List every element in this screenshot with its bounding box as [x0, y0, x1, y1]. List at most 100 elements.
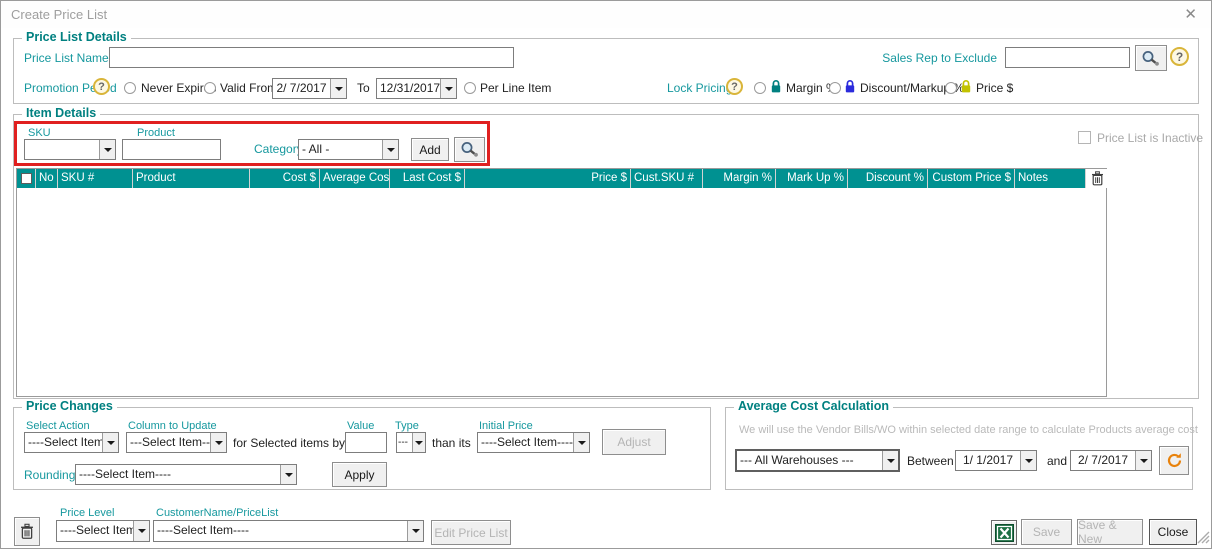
items-table-body: [17, 188, 1106, 396]
delete-column-header[interactable]: [1086, 169, 1108, 188]
rounding-value: ----Select Item----: [76, 465, 280, 484]
chevron-down-icon[interactable]: [573, 433, 589, 452]
recalculate-button[interactable]: [1159, 446, 1189, 475]
column-to-update-value: ---Select Item----: [127, 433, 210, 452]
column-header[interactable]: Notes: [1015, 169, 1086, 188]
select-action-combo[interactable]: ----Select Item---: [24, 432, 119, 453]
per-line-item-radio[interactable]: [464, 82, 476, 94]
customer-pricelist-value: ----Select Item----: [154, 521, 407, 541]
value-label: Value: [347, 419, 374, 433]
column-header[interactable]: Mark Up %: [776, 169, 848, 188]
value-input[interactable]: [345, 432, 387, 453]
delete-price-list-button[interactable]: [14, 517, 40, 546]
sales-rep-help-icon[interactable]: ?: [1170, 47, 1189, 66]
group-title-price-changes: Price Changes: [22, 399, 117, 413]
column-header[interactable]: SKU #: [58, 169, 133, 188]
valid-to-date-value: 12/31/2017: [377, 79, 440, 98]
chevron-down-icon[interactable]: [407, 521, 423, 541]
never-expires-radio[interactable]: [124, 82, 136, 94]
chevron-down-icon[interactable]: [102, 433, 118, 452]
chevron-down-icon[interactable]: [412, 433, 425, 452]
avg-to-date-picker[interactable]: 2/ 7/2017: [1070, 450, 1152, 471]
than-its-text: than its: [432, 436, 471, 450]
save-button[interactable]: Save: [1021, 519, 1072, 545]
export-excel-button[interactable]: [991, 520, 1017, 545]
item-search-button[interactable]: [454, 137, 485, 162]
valid-to-date-picker[interactable]: 12/31/2017: [376, 78, 457, 99]
inactive-checkbox-label[interactable]: Price List is Inactive: [1097, 131, 1203, 145]
valid-from-radio[interactable]: [204, 82, 216, 94]
column-header[interactable]: Last Cost $: [390, 169, 465, 188]
chevron-down-icon[interactable]: [882, 451, 898, 470]
per-line-item-radio-label[interactable]: Per Line Item: [480, 81, 551, 95]
chevron-down-icon[interactable]: [210, 433, 226, 452]
select-all-cell[interactable]: [17, 169, 36, 188]
chevron-down-icon[interactable]: [1020, 451, 1036, 470]
price-level-value: ----Select Item----: [57, 521, 133, 541]
valid-from-radio-label[interactable]: Valid From: [220, 81, 277, 95]
chevron-down-icon[interactable]: [133, 521, 149, 541]
column-header[interactable]: Discount %: [848, 169, 928, 188]
column-header[interactable]: Cust.SKU #: [631, 169, 703, 188]
sku-combo[interactable]: [24, 139, 116, 160]
create-price-list-dialog: Create Price List ✕ Price List Details P…: [0, 0, 1212, 549]
column-header[interactable]: Average Cost..: [320, 169, 390, 188]
column-header[interactable]: Product: [133, 169, 250, 188]
chevron-down-icon[interactable]: [382, 140, 398, 159]
column-header[interactable]: Custom Price $: [928, 169, 1015, 188]
inactive-checkbox[interactable]: [1078, 131, 1091, 144]
warehouse-combo[interactable]: --- All Warehouses ---: [735, 449, 900, 472]
column-header[interactable]: Cost $: [250, 169, 320, 188]
chevron-down-icon[interactable]: [330, 79, 346, 98]
sku-combo-value: [25, 140, 99, 159]
avg-to-date-value: 2/ 7/2017: [1071, 451, 1135, 470]
avg-from-date-picker[interactable]: 1/ 1/2017: [955, 450, 1037, 471]
resize-grip[interactable]: [1197, 531, 1210, 547]
add-button[interactable]: Add: [411, 138, 449, 161]
price-list-name-input[interactable]: [109, 47, 514, 68]
lock-price-radio[interactable]: [945, 82, 957, 94]
column-to-update-combo[interactable]: ---Select Item----: [126, 432, 227, 453]
to-label: To: [357, 81, 370, 95]
select-action-value: ----Select Item---: [25, 433, 102, 452]
avg-from-date-value: 1/ 1/2017: [956, 451, 1020, 470]
initial-price-combo[interactable]: ----Select Item----: [477, 432, 590, 453]
column-header[interactable]: No: [36, 169, 58, 188]
column-header[interactable]: Price $: [465, 169, 631, 188]
lock-price-radio-label[interactable]: Price $: [976, 81, 1013, 95]
sku-label: SKU: [28, 126, 51, 140]
sales-rep-exclude-input[interactable]: [1005, 47, 1130, 68]
lock-margin-radio[interactable]: [754, 82, 766, 94]
average-cost-description: We will use the Vendor Bills/WO within s…: [739, 423, 1198, 437]
column-header[interactable]: Margin %: [703, 169, 776, 188]
initial-price-label: Initial Price: [479, 419, 533, 433]
select-all-checkbox[interactable]: [21, 173, 32, 184]
edit-price-list-button[interactable]: Edit Price List: [431, 520, 511, 545]
lock-icon-price: [960, 79, 972, 94]
sales-rep-search-button[interactable]: [1135, 45, 1167, 71]
adjust-button[interactable]: Adjust: [602, 429, 666, 455]
close-icon[interactable]: ✕: [1184, 5, 1197, 23]
save-new-button[interactable]: Save & New: [1077, 519, 1143, 545]
close-button[interactable]: Close: [1149, 519, 1197, 545]
valid-from-date-picker[interactable]: 2/ 7/2017: [272, 78, 347, 99]
lock-pricing-help-icon[interactable]: ?: [726, 78, 743, 95]
category-combo[interactable]: - All -: [298, 139, 399, 160]
chevron-down-icon[interactable]: [99, 140, 115, 159]
product-input[interactable]: [122, 139, 221, 160]
price-level-combo[interactable]: ----Select Item----: [56, 520, 150, 542]
group-title-item-details: Item Details: [22, 106, 100, 120]
group-title-average-cost: Average Cost Calculation: [734, 399, 893, 413]
lock-discount-radio[interactable]: [829, 82, 841, 94]
customer-pricelist-combo[interactable]: ----Select Item----: [153, 520, 424, 542]
type-combo[interactable]: ---: [396, 432, 426, 453]
search-icon: [1140, 50, 1162, 67]
rounding-combo[interactable]: ----Select Item----: [75, 464, 297, 485]
chevron-down-icon[interactable]: [440, 79, 456, 98]
apply-button[interactable]: Apply: [332, 462, 387, 487]
promotion-period-help-icon[interactable]: ?: [93, 78, 110, 95]
column-to-update-label: Column to Update: [128, 419, 217, 433]
between-label: Between: [907, 454, 954, 468]
chevron-down-icon[interactable]: [280, 465, 296, 484]
chevron-down-icon[interactable]: [1135, 451, 1151, 470]
